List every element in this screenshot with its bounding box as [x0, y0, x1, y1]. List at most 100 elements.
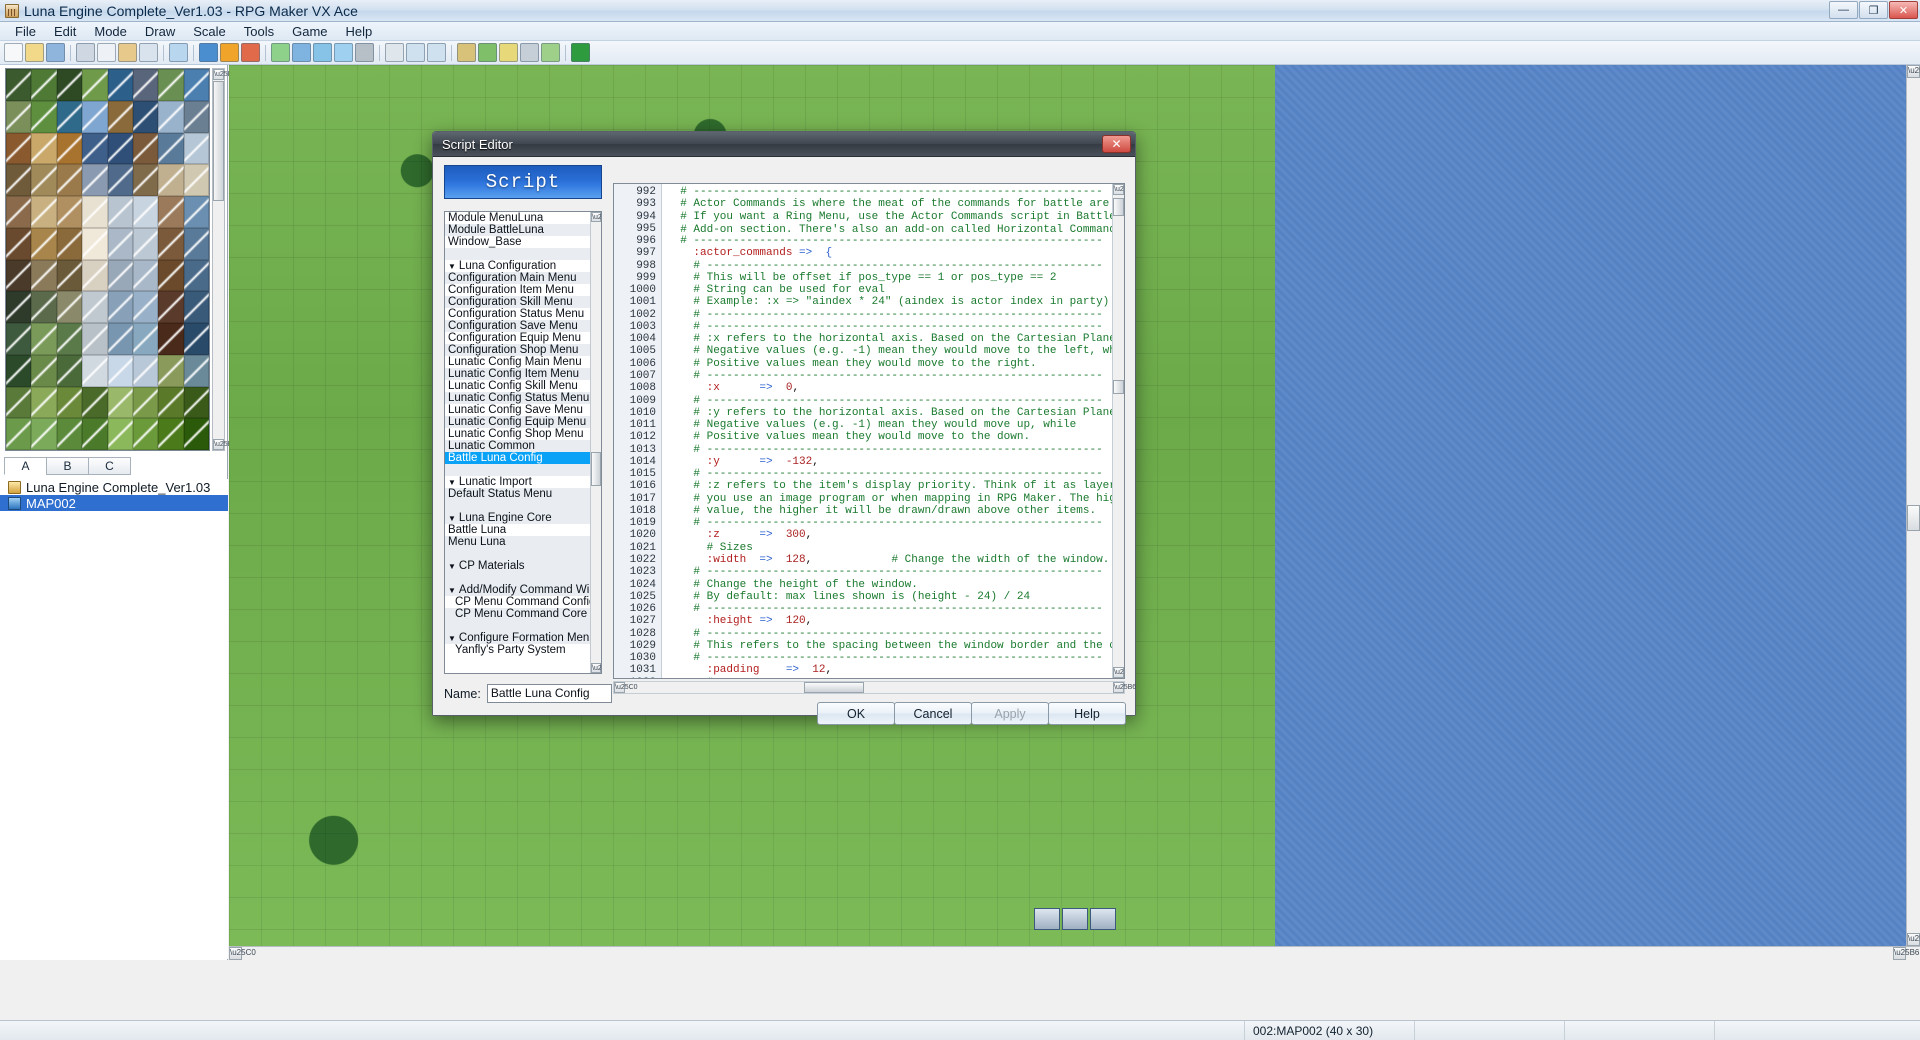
tree-item-map002[interactable]: MAP002	[0, 495, 228, 511]
tileset-tile[interactable]	[184, 418, 209, 450]
tileset-tile[interactable]	[158, 133, 183, 165]
script-list-item[interactable]: Configuration Status Menu	[445, 308, 592, 320]
tileset-tile[interactable]	[184, 101, 209, 133]
map-scroll-left-icon[interactable]: \u25C0	[229, 947, 242, 960]
tileset-tile[interactable]	[108, 101, 133, 133]
map-horizontal-scrollbar[interactable]: \u25C0 \u25B6	[229, 946, 1920, 960]
tileset-tile[interactable]	[184, 323, 209, 355]
tileset-tile[interactable]	[82, 323, 107, 355]
tileset-tile[interactable]	[6, 387, 31, 419]
script-list-item[interactable]: Configuration Equip Menu	[445, 332, 592, 344]
map-vscroll-thumb[interactable]	[1907, 505, 1920, 531]
materials-icon[interactable]	[478, 43, 497, 62]
tileset-tile[interactable]	[184, 228, 209, 260]
code-scroll-up-icon[interactable]: \u25B2	[1113, 184, 1124, 195]
tileset-tile[interactable]	[158, 355, 183, 387]
tileset-tile[interactable]	[82, 69, 107, 101]
dialog-title-bar[interactable]: Script Editor ✕	[433, 132, 1135, 157]
script-list-scrollbar[interactable]: \u25B2 \u25BC	[590, 212, 601, 673]
tileset-tile[interactable]	[133, 260, 158, 292]
tileset-tile[interactable]	[6, 291, 31, 323]
script-list-item[interactable]: Configuration Save Menu	[445, 320, 592, 332]
code-line[interactable]: :x => 0,	[663, 382, 1113, 394]
cancel-button[interactable]: Cancel	[894, 702, 972, 725]
code-line[interactable]: # :y refers to the horizontal axis. Base…	[663, 407, 1113, 419]
code-line[interactable]: :actor_commands => {	[663, 247, 1113, 259]
script-list-item[interactable]: Module BattleLuna	[445, 224, 592, 236]
code-line[interactable]: # Positive values mean they would move t…	[663, 358, 1113, 370]
code-hscroll-thumb[interactable]	[804, 682, 864, 693]
tileset-tile[interactable]	[82, 196, 107, 228]
zoom-out-icon[interactable]	[427, 43, 446, 62]
tileset-tile[interactable]	[158, 164, 183, 196]
script-list-group[interactable]: ▼Add/Modify Command Wind	[445, 584, 592, 596]
code-line[interactable]: # --------------------------------------…	[663, 321, 1113, 333]
tileset-tile[interactable]	[184, 291, 209, 323]
tileset-tile[interactable]	[6, 355, 31, 387]
code-line[interactable]: # --------------------------------------…	[663, 260, 1113, 272]
tileset-tab-c[interactable]: C	[88, 457, 131, 475]
tree-item-project[interactable]: Luna Engine Complete_Ver1.03	[0, 479, 228, 495]
tileset-scrollbar[interactable]: \u25B2 \u25BC	[212, 68, 225, 451]
script-list-group[interactable]: ▼Configure Formation Menu	[445, 632, 592, 644]
tileset-tile[interactable]	[57, 164, 82, 196]
code-line[interactable]: # If you want a Ring Menu, use the Actor…	[663, 211, 1113, 223]
tileset-tile[interactable]	[57, 101, 82, 133]
script-list-item[interactable]: Configuration Skill Menu	[445, 296, 592, 308]
tileset-tile[interactable]	[184, 164, 209, 196]
tileset-tile[interactable]	[6, 69, 31, 101]
tileset-tile[interactable]	[108, 355, 133, 387]
tileset-tile[interactable]	[6, 164, 31, 196]
code-line[interactable]: # Negative values (e.g. -1) mean they wo…	[663, 345, 1113, 357]
map-vertical-scrollbar[interactable]: \u25B2 \u25BC	[1906, 65, 1920, 946]
code-vertical-scrollbar[interactable]: \u25B2 \u25BC	[1112, 184, 1124, 678]
tileset-tile[interactable]	[108, 196, 133, 228]
script-list-group[interactable]: ▼Luna Configuration	[445, 260, 592, 272]
tileset-tile[interactable]	[57, 418, 82, 450]
tileset-tile[interactable]	[133, 69, 158, 101]
script-list-group[interactable]: ▼CP Materials	[445, 560, 592, 572]
code-line[interactable]: # This refers to the spacing between the…	[663, 640, 1113, 652]
ok-button[interactable]: OK	[817, 702, 895, 725]
script-list-group[interactable]: ▼Lunatic Import	[445, 476, 592, 488]
tileset-tile[interactable]	[57, 260, 82, 292]
close-button[interactable]: ✕	[1889, 1, 1918, 19]
script-list-item[interactable]: Module MenuLuna	[445, 212, 592, 224]
code-line[interactable]: # --------------------------------------…	[663, 603, 1113, 615]
tileset-tile[interactable]	[57, 133, 82, 165]
tileset-tile[interactable]	[31, 291, 56, 323]
tileset-tile[interactable]	[31, 260, 56, 292]
code-scroll-left-icon[interactable]: \u25C0	[614, 682, 625, 693]
tileset-tile[interactable]	[57, 196, 82, 228]
tileset-tile[interactable]	[31, 228, 56, 260]
tileset-tile[interactable]	[158, 196, 183, 228]
code-horizontal-scrollbar[interactable]: \u25C0 \u25B6	[613, 681, 1125, 694]
script-list-item[interactable]: Lunatic Config Item Menu	[445, 368, 592, 380]
delete-icon[interactable]	[139, 43, 158, 62]
script-list-item[interactable]: Window_Base	[445, 236, 592, 248]
script-list-item-selected[interactable]: Battle Luna Config	[445, 452, 592, 464]
script-list-item[interactable]: Lunatic Config Equip Menu	[445, 416, 592, 428]
code-line[interactable]: # Sizes	[663, 542, 1113, 554]
code-line[interactable]: # --------------------------------------…	[663, 566, 1113, 578]
code-line[interactable]: # Negative values (e.g. -1) mean they wo…	[663, 419, 1113, 431]
tileset-tile[interactable]	[133, 133, 158, 165]
tileset-tile[interactable]	[31, 101, 56, 133]
code-line[interactable]: # --------------------------------------…	[663, 444, 1113, 456]
tileset-tile[interactable]	[158, 387, 183, 419]
database-icon[interactable]	[457, 43, 476, 62]
code-line[interactable]: :y => -132,	[663, 456, 1113, 468]
tileset-tile[interactable]	[108, 323, 133, 355]
code-editor[interactable]: 9929939949959969979989991000100110021003…	[613, 183, 1125, 679]
tileset-tile[interactable]	[108, 164, 133, 196]
script-list-item[interactable]: Configuration Item Menu	[445, 284, 592, 296]
tileset-tile[interactable]	[158, 69, 183, 101]
tileset-tile[interactable]	[82, 164, 107, 196]
map-layer1-icon[interactable]	[199, 43, 218, 62]
tileset-tile[interactable]	[158, 228, 183, 260]
code-line[interactable]: :height => 120,	[663, 615, 1113, 627]
script-list[interactable]: Module MenuLunaModule BattleLunaWindow_B…	[444, 211, 602, 674]
code-line[interactable]: # you use an image program or when mappi…	[663, 493, 1113, 505]
dialog-close-button[interactable]: ✕	[1102, 135, 1131, 153]
map-scroll-up-icon[interactable]: \u25B2	[1907, 65, 1920, 78]
